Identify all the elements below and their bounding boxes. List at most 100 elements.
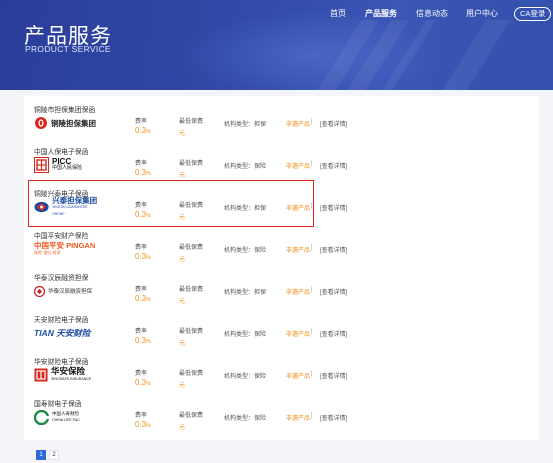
org-type: 机构类型：保险 (224, 332, 267, 338)
product-name: 国寿财电子保函 (34, 401, 82, 408)
rate-value: 0.3% (135, 336, 152, 345)
select-product-link[interactable]: 非遴产品 (286, 371, 310, 380)
page-subtitle: PRODUCT SERVICE (25, 44, 111, 54)
view-detail-link[interactable]: [查看详情] (320, 329, 347, 338)
separator: | (311, 371, 313, 377)
logo-text: 华泰汉辰融资担保 (48, 289, 93, 295)
huatai-logo-icon (34, 285, 45, 297)
product-name: 华安财险电子保函 (34, 359, 89, 366)
logo-text: PICC (52, 157, 72, 166)
view-detail-link[interactable]: [查看详情] (320, 119, 347, 128)
logo-text: 铜陵担保集团 (51, 118, 96, 128)
highlight-box (28, 180, 314, 227)
min-premium-unit: 元 (179, 299, 186, 305)
rate-value: 0.3% (135, 294, 152, 303)
rate-label: 费率 (135, 371, 148, 377)
product-name: 铜陵市担保集团保函 (34, 107, 96, 114)
separator: | (311, 287, 313, 293)
logo-subtext: CHINA LIFE P&C (52, 418, 80, 422)
nav-item-products[interactable]: 产品服务 (365, 8, 397, 20)
nav-item-news[interactable]: 信息动态 (416, 8, 448, 20)
tongling-logo-icon (35, 117, 47, 129)
min-premium-unit: 元 (179, 173, 186, 179)
min-premium-unit: 元 (179, 425, 186, 431)
min-premium-label: 最低保费 (179, 119, 204, 125)
product-row: 华安财险电子保函 华安保险 SINOSAFE INSURANCE 费率 0.3%… (24, 356, 539, 398)
tianan-logo: TIAN 天安财险 (34, 324, 98, 342)
rate-value: 0.3% (135, 252, 152, 261)
min-premium-unit: 元 (179, 257, 186, 263)
product-name: 中国平安财产保险 (34, 233, 89, 240)
view-detail-link[interactable]: [查看详情] (320, 245, 347, 254)
rate-label: 费率 (135, 161, 148, 167)
rate-label: 费率 (135, 245, 148, 251)
view-detail-link[interactable]: [查看详情] (320, 371, 347, 380)
top-nav: 首页 产品服务 信息动态 用户中心 CA登录 (0, 7, 553, 22)
select-product-link[interactable]: 非遴产品 (286, 245, 310, 254)
product-row: 中国平安财产保险 中国平安 PINGAN 保险·银行·投资 费率 0.3% 最低… (24, 230, 539, 272)
min-premium-unit: 元 (179, 131, 186, 137)
min-premium-label: 最低保费 (179, 287, 204, 293)
select-product-link[interactable]: 非遴产品 (286, 119, 310, 128)
org-type: 机构类型：保险 (224, 374, 267, 380)
nav-item-user-center[interactable]: 用户中心 (466, 8, 498, 20)
view-detail-link[interactable]: [查看详情] (320, 287, 347, 296)
separator: | (311, 161, 313, 167)
view-detail-link[interactable]: [查看详情] (320, 413, 347, 422)
rate-label: 费率 (135, 119, 148, 125)
select-product-link[interactable]: 非遴产品 (286, 161, 310, 170)
separator: | (311, 329, 313, 335)
product-row: 华泰汉辰融资担保 华泰汉辰融资担保 费率 0.3% 最低保费 元 机构类型：担保… (24, 272, 539, 314)
logo-text: 中国平安 PINGAN (34, 241, 96, 250)
huatai-hanchen-logo: 华泰汉辰融资担保 (34, 282, 98, 300)
org-type: 机构类型：保险 (224, 416, 267, 422)
min-premium-unit: 元 (179, 383, 186, 389)
rate-label: 费率 (135, 413, 148, 419)
ca-login-button[interactable]: CA登录 (514, 7, 552, 21)
min-premium-label: 最低保费 (179, 245, 204, 251)
select-product-link[interactable]: 非遴产品 (286, 329, 310, 338)
pingan-logo: 中国平安 PINGAN 保险·银行·投资 (34, 240, 98, 258)
view-detail-link[interactable]: [查看详情] (320, 203, 347, 212)
page-button-1[interactable]: 1 (36, 450, 46, 460)
rate-label: 费率 (135, 287, 148, 293)
china-life-logo: 中国人寿财险 CHINA LIFE P&C (34, 408, 98, 426)
min-premium-unit: 元 (179, 341, 186, 347)
logo-text: 华安保险 (51, 366, 86, 376)
huaan-logo: 华安保险 SINOSAFE INSURANCE (34, 366, 98, 384)
tongling-guarantee-logo: 铜陵担保集团 (34, 114, 98, 132)
logo-subtext: SINOSAFE INSURANCE (51, 377, 92, 381)
huaan-logo-icon (34, 368, 48, 382)
rate-value: 0.3% (135, 126, 152, 135)
rate-value: 0.3% (135, 168, 152, 177)
min-premium-label: 最低保费 (179, 413, 204, 419)
view-detail-link[interactable]: [查看详情] (320, 161, 347, 170)
select-product-link[interactable]: 非遴产品 (286, 413, 310, 422)
min-premium-label: 最低保费 (179, 161, 204, 167)
separator: | (311, 413, 313, 419)
org-type: 机构类型：担保 (224, 122, 267, 128)
logo-subtext: 保险·银行·投资 (34, 250, 61, 255)
rate-value: 0.3% (135, 378, 152, 387)
picc-logo-icon (34, 157, 49, 173)
product-row: 铜陵市担保集团保函 铜陵担保集团 费率 0.3% 最低保费 元 机构类型：担保 … (24, 104, 539, 146)
china-life-logo-icon (34, 409, 49, 425)
logo-text: TIAN 天安财险 (34, 328, 91, 338)
product-name: 中国人保电子保函 (34, 149, 89, 156)
rate-value: 0.3% (135, 420, 152, 429)
min-premium-label: 最低保费 (179, 329, 204, 335)
rate-label: 费率 (135, 329, 148, 335)
nav-item-home[interactable]: 首页 (330, 8, 346, 20)
separator: | (311, 119, 313, 125)
org-type: 机构类型：担保 (224, 290, 267, 296)
page-banner: 产品服务 PRODUCT SERVICE 首页 产品服务 信息动态 用户中心 C… (0, 0, 553, 90)
org-type: 机构类型：保险 (224, 164, 267, 170)
org-type: 机构类型：保险 (224, 248, 267, 254)
select-product-link[interactable]: 非遴产品 (286, 287, 310, 296)
product-name: 华泰汉辰融资担保 (34, 275, 89, 282)
min-premium-label: 最低保费 (179, 371, 204, 377)
logo-subtext: 中国人民保险 (52, 165, 83, 171)
product-name: 天安财险电子保函 (34, 317, 89, 324)
product-row: 天安财险电子保函 TIAN 天安财险 费率 0.3% 最低保费 元 机构类型：保… (24, 314, 539, 356)
page-button-2[interactable]: 2 (49, 450, 59, 460)
